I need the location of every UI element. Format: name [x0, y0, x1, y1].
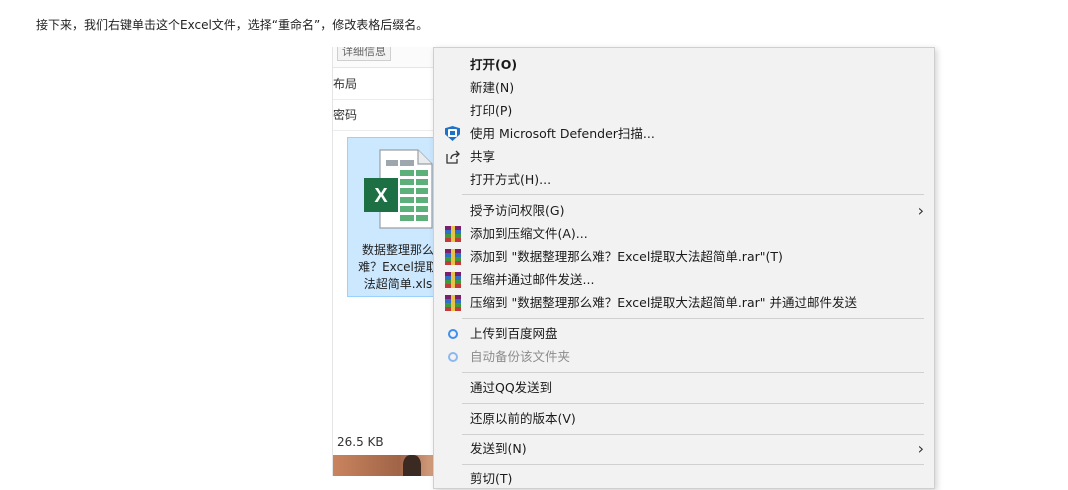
menu-item-give-access[interactable]: 授予访问权限(G) ›: [434, 199, 934, 222]
menu-item-share[interactable]: 共享: [434, 145, 934, 168]
menu-item-new[interactable]: 新建(N): [434, 76, 934, 99]
winrar-icon: [445, 249, 461, 265]
menu-item-label: 使用 Microsoft Defender扫描...: [470, 126, 655, 141]
menu-item-label: 还原以前的版本(V): [470, 411, 576, 426]
winrar-icon: [445, 295, 461, 311]
file-size: 26.5 KB: [337, 435, 384, 449]
menu-item-add-to-archive[interactable]: 添加到压缩文件(A)...: [434, 222, 934, 245]
menu-separator: [462, 194, 924, 195]
excel-file-icon: X: [364, 149, 433, 229]
menu-item-restore-versions[interactable]: 还原以前的版本(V): [434, 407, 934, 430]
instruction-text: 接下来，我们右键单击这个Excel文件，选择“重命名”，修改表格后缀名。: [36, 18, 429, 32]
menu-item-label: 添加到压缩文件(A)...: [470, 226, 588, 241]
pane-row-layout[interactable]: 布局: [333, 69, 443, 100]
menu-item-label: 自动备份该文件夹: [470, 349, 571, 364]
menu-separator: [462, 318, 924, 319]
details-chip[interactable]: 详细信息: [337, 47, 391, 61]
submenu-arrow-icon: ›: [917, 201, 924, 220]
file-explorer-pane: 详细信息 布局 密码 X 数据整理那么 难？Excel提取 法超简单.xls 2…: [332, 47, 443, 476]
thumbnail-image: [333, 455, 443, 476]
file-name-line: 数据整理那么: [361, 243, 434, 257]
menu-item-print[interactable]: 打印(P): [434, 99, 934, 122]
menu-item-compress-email[interactable]: 压缩并通过邮件发送...: [434, 268, 934, 291]
menu-item-open-with[interactable]: 打开方式(H)...: [434, 168, 934, 191]
menu-separator: [462, 464, 924, 465]
pane-row-password[interactable]: 密码: [333, 100, 443, 131]
file-name: 数据整理那么 难？Excel提取 法超简单.xls: [348, 242, 443, 293]
menu-item-upload-baidu[interactable]: 上传到百度网盘: [434, 322, 934, 345]
winrar-icon: [445, 272, 461, 288]
menu-item-label: 发送到(N): [470, 441, 527, 456]
menu-item-compress-rar-email[interactable]: 压缩到 "数据整理那么难？Excel提取大法超简单.rar" 并通过邮件发送: [434, 291, 934, 314]
baidu-cloud-icon: [445, 349, 461, 365]
submenu-arrow-icon: ›: [917, 439, 924, 458]
menu-item-label: 压缩到 "数据整理那么难？Excel提取大法超简单.rar" 并通过邮件发送: [470, 295, 857, 310]
shield-icon: [445, 126, 461, 142]
menu-separator: [462, 372, 924, 373]
menu-item-label: 上传到百度网盘: [470, 326, 558, 341]
menu-item-add-to-rar[interactable]: 添加到 "数据整理那么难？Excel提取大法超简单.rar"(T): [434, 245, 934, 268]
menu-item-send-via-qq[interactable]: 通过QQ发送到: [434, 376, 934, 399]
menu-separator: [462, 434, 924, 435]
menu-item-label: 剪切(T): [470, 471, 513, 486]
menu-item-label: 添加到 "数据整理那么难？Excel提取大法超简单.rar"(T): [470, 249, 783, 264]
menu-item-label: 打开(O): [470, 57, 518, 72]
menu-item-label: 通过QQ发送到: [470, 380, 553, 395]
share-icon: [445, 149, 461, 165]
menu-item-auto-backup: 自动备份该文件夹: [434, 345, 934, 368]
menu-item-defender-scan[interactable]: 使用 Microsoft Defender扫描...: [434, 122, 934, 145]
menu-item-cut[interactable]: 剪切(T): [434, 467, 934, 490]
menu-item-label: 打印(P): [470, 103, 513, 118]
file-name-line: 难？Excel提取: [358, 260, 438, 274]
winrar-icon: [445, 226, 461, 242]
svg-text:X: X: [374, 185, 388, 207]
menu-item-label: 共享: [470, 149, 496, 164]
menu-item-label: 打开方式(H)...: [470, 172, 552, 187]
menu-item-label: 授予访问权限(G): [470, 203, 565, 218]
excel-file-item[interactable]: X 数据整理那么 难？Excel提取 法超简单.xls: [347, 137, 443, 297]
menu-separator: [462, 403, 924, 404]
menu-item-label: 压缩并通过邮件发送...: [470, 272, 595, 287]
menu-item-open[interactable]: 打开(O): [434, 53, 934, 76]
context-menu: 打开(O) 新建(N) 打印(P) 使用 Microsoft Defender扫…: [433, 47, 935, 489]
file-name-line: 法超简单.xls: [363, 277, 433, 291]
menu-item-send-to[interactable]: 发送到(N) ›: [434, 437, 934, 460]
menu-item-label: 新建(N): [470, 80, 515, 95]
explorer-toolbar: 详细信息: [333, 47, 443, 68]
baidu-cloud-icon: [445, 326, 461, 342]
